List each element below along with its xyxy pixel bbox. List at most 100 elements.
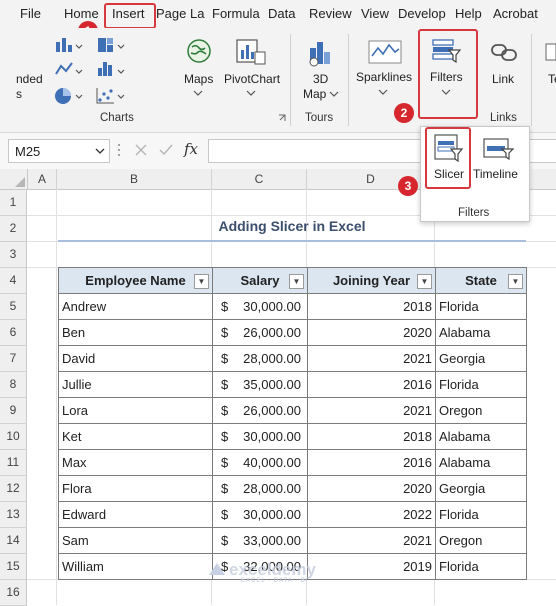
text-icon[interactable]: [544, 40, 556, 64]
cell-salary[interactable]: $26,000.00: [212, 319, 308, 346]
cell-salary[interactable]: $28,000.00: [212, 475, 308, 502]
cell-joining-year[interactable]: 2019: [307, 553, 436, 580]
sparklines-icon[interactable]: [368, 40, 402, 64]
row-header[interactable]: 9: [0, 398, 27, 424]
cell-employee-name[interactable]: Lora: [58, 397, 213, 424]
cell-salary[interactable]: $33,000.00: [212, 527, 308, 554]
chevron-down-icon[interactable]: [95, 147, 105, 155]
cell-salary[interactable]: $40,000.00: [212, 449, 308, 476]
cell-state[interactable]: Georgia: [435, 345, 527, 372]
recommended-charts-label[interactable]: nded: [16, 72, 43, 86]
cell-joining-year[interactable]: 2021: [307, 345, 436, 372]
cell-state[interactable]: Florida: [435, 501, 527, 528]
sparklines-label[interactable]: Sparklines: [356, 70, 412, 84]
cell-joining-year[interactable]: 2016: [307, 371, 436, 398]
slicer-icon[interactable]: [433, 133, 463, 163]
maps-icon[interactable]: [186, 38, 212, 66]
cell-employee-name[interactable]: William: [58, 553, 213, 580]
cell-employee-name[interactable]: Andrew: [58, 293, 213, 320]
cancel-icon[interactable]: [134, 143, 148, 157]
row-header[interactable]: 13: [0, 502, 27, 528]
row-header[interactable]: 8: [0, 372, 27, 398]
cell-joining-year[interactable]: 2021: [307, 397, 436, 424]
menu-view[interactable]: View: [361, 6, 389, 21]
enter-check-icon[interactable]: [158, 143, 174, 157]
cell-employee-name[interactable]: Sam: [58, 527, 213, 554]
link-label[interactable]: Link: [492, 72, 514, 86]
filters-label[interactable]: Filters: [430, 70, 463, 84]
cell-state[interactable]: Florida: [435, 371, 527, 398]
menu-help[interactable]: Help: [455, 6, 482, 21]
text-label[interactable]: Te: [548, 72, 556, 86]
timeline-icon[interactable]: [482, 137, 514, 161]
cell-employee-name[interactable]: Ben: [58, 319, 213, 346]
pivotchart-icon[interactable]: [235, 38, 267, 66]
cell-joining-year[interactable]: 2018: [307, 423, 436, 450]
3d-map-label-2[interactable]: Map: [303, 87, 326, 101]
row-header[interactable]: 3: [0, 242, 27, 268]
drag-handle-icon[interactable]: [116, 141, 122, 159]
cell-salary[interactable]: $30,000.00: [212, 501, 308, 528]
select-all-corner[interactable]: [0, 169, 28, 190]
filter-dropdown-icon[interactable]: ▼: [194, 274, 209, 289]
row-header[interactable]: 1: [0, 190, 27, 216]
chart-icons[interactable]: [52, 36, 134, 108]
menu-page-layout[interactable]: Page La: [156, 6, 204, 21]
cell-employee-name[interactable]: Ket: [58, 423, 213, 450]
row-header[interactable]: 7: [0, 346, 27, 372]
filter-dropdown-icon[interactable]: ▼: [508, 274, 523, 289]
cell-salary[interactable]: $30,000.00: [212, 293, 308, 320]
cell-joining-year[interactable]: 2018: [307, 293, 436, 320]
cell-employee-name[interactable]: Flora: [58, 475, 213, 502]
cell-state[interactable]: Oregon: [435, 527, 527, 554]
link-icon[interactable]: [490, 40, 518, 64]
cell-state[interactable]: Florida: [435, 553, 527, 580]
row-header[interactable]: 11: [0, 450, 27, 476]
menu-acrobat[interactable]: Acrobat: [493, 6, 538, 21]
row-header[interactable]: 10: [0, 424, 27, 450]
menu-formulas[interactable]: Formula: [212, 6, 260, 21]
filter-dropdown-icon[interactable]: ▼: [417, 274, 432, 289]
cell-state[interactable]: Alabama: [435, 319, 527, 346]
row-header[interactable]: 14: [0, 528, 27, 554]
row-header[interactable]: 16: [0, 580, 27, 606]
insert-function-icon[interactable]: fx: [184, 140, 198, 158]
cell-state[interactable]: Oregon: [435, 397, 527, 424]
column-header-a[interactable]: A: [28, 169, 57, 190]
filters-icon[interactable]: [431, 38, 461, 64]
column-header-c[interactable]: C: [212, 169, 307, 190]
3d-map-icon[interactable]: [306, 38, 334, 68]
3d-map-label-1[interactable]: 3D: [313, 72, 328, 86]
slicer-label[interactable]: Slicer: [434, 167, 464, 181]
menu-developer[interactable]: Develop: [398, 6, 446, 21]
cell-employee-name[interactable]: Jullie: [58, 371, 213, 398]
cell-joining-year[interactable]: 2022: [307, 501, 436, 528]
menu-data[interactable]: Data: [268, 6, 295, 21]
cell-state[interactable]: Georgia: [435, 475, 527, 502]
row-header[interactable]: 6: [0, 320, 27, 346]
cell-state[interactable]: Alabama: [435, 449, 527, 476]
cell-salary[interactable]: $28,000.00: [212, 345, 308, 372]
row-header[interactable]: 5: [0, 294, 27, 320]
pivotchart-label[interactable]: PivotChart: [224, 72, 280, 86]
menu-file[interactable]: File: [20, 6, 41, 21]
maps-label[interactable]: Maps: [184, 72, 213, 86]
column-header-b[interactable]: B: [57, 169, 212, 190]
filter-dropdown-icon[interactable]: ▼: [289, 274, 304, 289]
cell-employee-name[interactable]: David: [58, 345, 213, 372]
row-header[interactable]: 4: [0, 268, 27, 294]
menu-review[interactable]: Review: [309, 6, 352, 21]
cell-joining-year[interactable]: 2021: [307, 527, 436, 554]
cell-salary[interactable]: $26,000.00: [212, 397, 308, 424]
cell-employee-name[interactable]: Max: [58, 449, 213, 476]
cell-joining-year[interactable]: 2020: [307, 319, 436, 346]
row-header[interactable]: 15: [0, 554, 27, 580]
cell-state[interactable]: Alabama: [435, 423, 527, 450]
menu-home[interactable]: Home: [64, 6, 99, 21]
name-box[interactable]: M25: [8, 139, 110, 163]
cell-joining-year[interactable]: 2016: [307, 449, 436, 476]
row-header[interactable]: 2: [0, 216, 27, 242]
cell-salary[interactable]: $30,000.00: [212, 423, 308, 450]
timeline-label[interactable]: Timeline: [473, 167, 518, 181]
cell-joining-year[interactable]: 2020: [307, 475, 436, 502]
